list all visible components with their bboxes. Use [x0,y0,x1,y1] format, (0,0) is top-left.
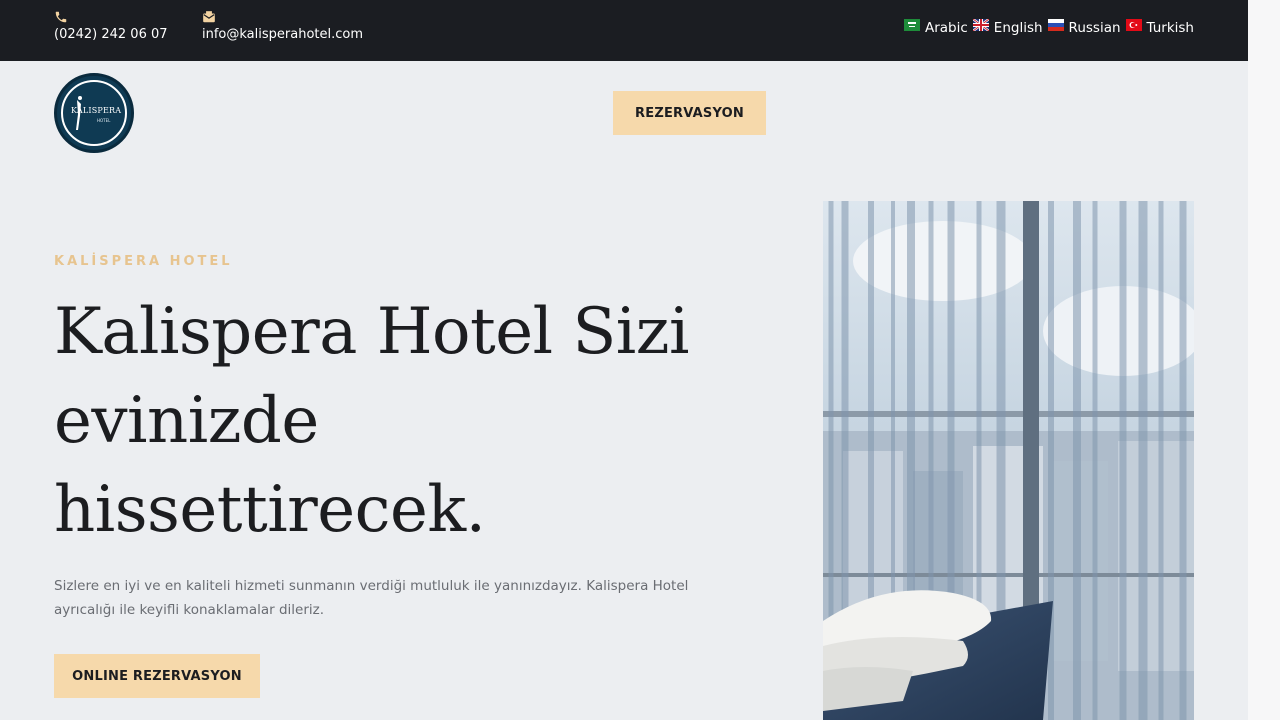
phone-number: (0242) 242 06 07 [54,27,168,42]
reservation-button[interactable]: REZERVASYON [613,91,766,135]
logo-subtext: HOTEL [97,118,111,123]
lang-english-label: English [993,20,1043,36]
hero-lead-text: Sizlere en iyi ve en kaliteli hizmeti su… [54,578,689,618]
email-address: info@kalisperahotel.com [202,27,364,42]
phone-contact[interactable]: (0242) 242 06 07 [54,10,168,43]
phone-icon [55,11,67,23]
hero-eyebrow: KALİSPERA HOTEL [54,254,233,269]
hero-headline: Kalispera Hotel Sizi evinizde hissettire… [54,295,689,547]
hotel-logo[interactable]: KALISPERA HOTEL [54,73,134,153]
lang-english[interactable]: English [972,19,1043,36]
flag-ru-icon [1047,19,1064,31]
email-contact[interactable]: info@kalisperahotel.com [202,10,363,43]
lang-turkish-label: Turkish [1146,20,1194,36]
lang-russian-label: Russian [1068,20,1121,36]
lang-arabic[interactable]: Arabic [903,19,968,36]
language-switcher: Arabic English Russian Turkish [903,19,1194,36]
mail-icon [203,11,215,23]
lang-arabic-label: Arabic [924,20,968,36]
scrollbar-gutter[interactable] [1248,0,1280,720]
lang-turkish[interactable]: Turkish [1125,19,1194,36]
flag-sa-icon [903,19,920,31]
online-reservation-button[interactable]: ONLINE REZERVASYON [54,654,260,698]
flag-gb-icon [972,19,989,31]
logo-text: KALISPERA [71,106,122,115]
page: (0242) 242 06 07 info@kalisperahotel.com… [0,0,1248,720]
flag-tr-icon [1125,19,1142,31]
hotel-room-window-photo [823,201,1194,720]
top-bar: (0242) 242 06 07 info@kalisperahotel.com… [0,0,1248,61]
lang-russian[interactable]: Russian [1047,19,1121,36]
